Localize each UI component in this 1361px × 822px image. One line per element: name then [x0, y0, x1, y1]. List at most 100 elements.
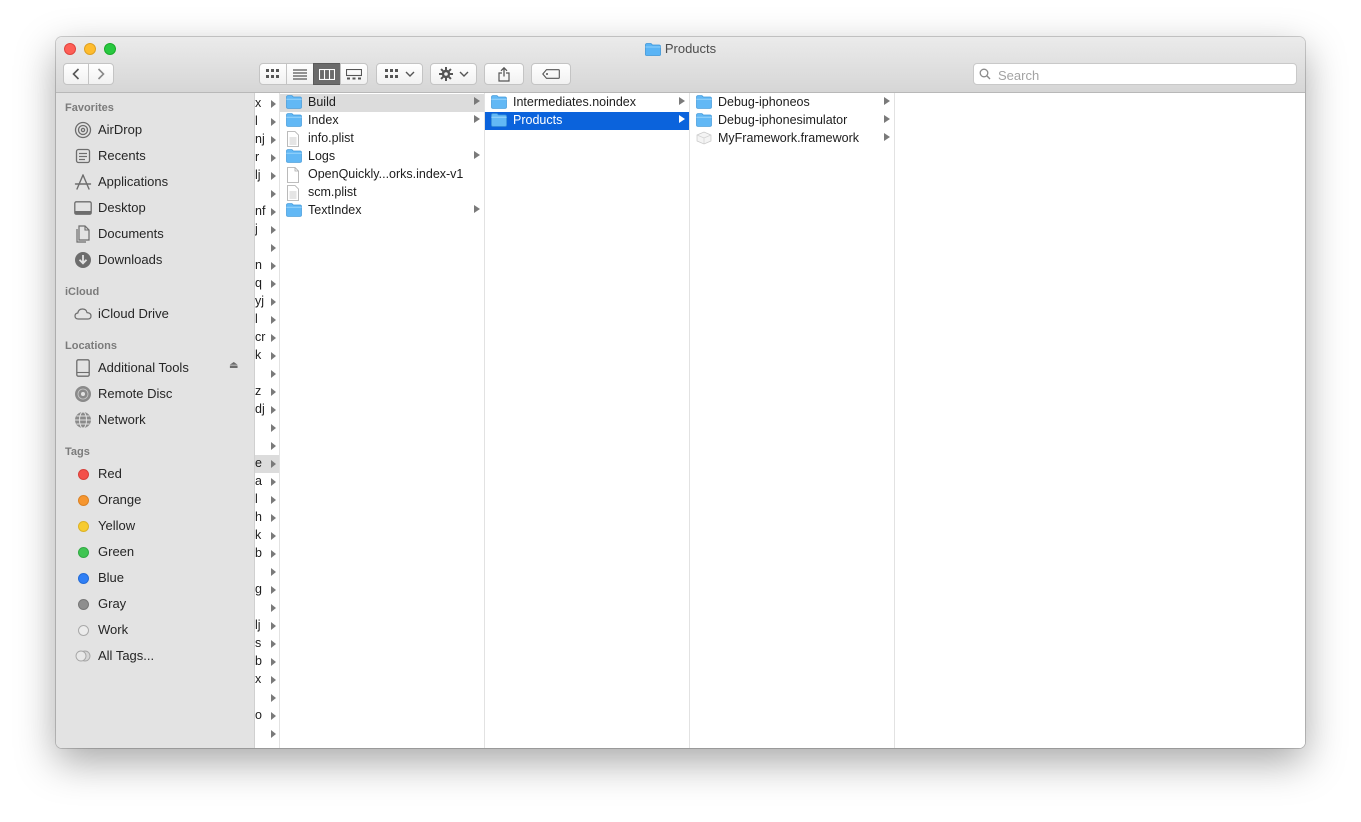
share-button[interactable]: [484, 63, 524, 85]
disclosure-arrow-icon: [271, 496, 276, 504]
list-item[interactable]: nf: [255, 203, 279, 221]
build-parent-column[interactable]: Build Index info.plist Logs OpenQuickly...or…: [280, 93, 485, 748]
list-item[interactable]: x: [255, 95, 279, 113]
list-item-scm-plist[interactable]: scm.plist: [280, 184, 484, 202]
list-item[interactable]: [255, 725, 279, 743]
list-item-intermediates-noindex[interactable]: Intermediates.noindex: [485, 94, 689, 112]
list-item[interactable]: lj: [255, 167, 279, 185]
list-item[interactable]: [255, 185, 279, 203]
sidebar-tag-work[interactable]: Work: [56, 618, 254, 642]
sidebar-tag-blue[interactable]: Blue: [56, 566, 254, 590]
item-name: Build: [308, 95, 336, 109]
sidebar-tag-green[interactable]: Green: [56, 540, 254, 564]
list-item-index[interactable]: Index: [280, 112, 484, 130]
build-column[interactable]: Intermediates.noindex Products: [485, 93, 690, 748]
gallery-view-button[interactable]: [340, 63, 368, 85]
sidebar-item-airdrop[interactable]: AirDrop: [56, 118, 254, 142]
list-item[interactable]: yj: [255, 293, 279, 311]
list-item[interactable]: e: [255, 455, 279, 473]
list-item[interactable]: [255, 599, 279, 617]
list-item[interactable]: [255, 437, 279, 455]
sidebar-item-downloads[interactable]: Downloads: [56, 248, 254, 272]
tag-dot-icon: [74, 491, 92, 509]
sidebar-item-label: Recents: [98, 148, 146, 163]
list-item[interactable]: dj: [255, 401, 279, 419]
sidebar-item-recents[interactable]: Recents: [56, 144, 254, 168]
sidebar-item-applications[interactable]: Applications: [56, 170, 254, 194]
disclosure-arrow-icon: [271, 280, 276, 288]
sidebar-tag-gray[interactable]: Gray: [56, 592, 254, 616]
sidebar-tag-red[interactable]: Red: [56, 462, 254, 486]
list-item[interactable]: j: [255, 221, 279, 239]
list-item[interactable]: z: [255, 383, 279, 401]
list-item-textindex[interactable]: TextIndex: [280, 202, 484, 220]
list-item[interactable]: l: [255, 491, 279, 509]
list-view-button[interactable]: [286, 63, 314, 85]
list-item-products[interactable]: Products: [485, 112, 689, 130]
sidebar-item-desktop[interactable]: Desktop: [56, 196, 254, 220]
forward-button[interactable]: [88, 63, 114, 85]
action-button[interactable]: [430, 63, 477, 85]
list-item[interactable]: n: [255, 257, 279, 275]
sidebar-item-additional-tools[interactable]: Additional Tools ⏏: [56, 356, 254, 380]
list-item-info-plist[interactable]: info.plist: [280, 130, 484, 148]
sidebar-tag-yellow[interactable]: Yellow: [56, 514, 254, 538]
list-item[interactable]: [255, 365, 279, 383]
list-item[interactable]: q: [255, 275, 279, 293]
list-item-debug-iphonesimulator[interactable]: Debug-iphonesimulator: [690, 112, 894, 130]
list-item[interactable]: k: [255, 347, 279, 365]
icon-view-button[interactable]: [259, 63, 287, 85]
list-item-debug-iphoneos[interactable]: Debug-iphoneos: [690, 94, 894, 112]
list-item[interactable]: b: [255, 545, 279, 563]
sidebar-item-documents[interactable]: Documents: [56, 222, 254, 246]
list-item[interactable]: a: [255, 473, 279, 491]
column-view-button[interactable]: [313, 63, 341, 85]
item-name-fragment: l: [255, 114, 258, 128]
list-item[interactable]: [255, 419, 279, 437]
sidebar-item-remote-disc[interactable]: Remote Disc: [56, 382, 254, 406]
tag-dot-icon: [74, 543, 92, 561]
list-item[interactable]: b: [255, 653, 279, 671]
search-input[interactable]: [996, 65, 1290, 85]
sidebar-item-network[interactable]: Network: [56, 408, 254, 432]
eject-icon[interactable]: ⏏: [229, 360, 238, 371]
parent-column[interactable]: x l nj r lj nf j n q yj l cr k z dj e a l h k b g lj s b x o: [255, 93, 280, 748]
downloads-icon: [74, 251, 92, 269]
list-item[interactable]: h: [255, 509, 279, 527]
list-item[interactable]: [255, 563, 279, 581]
list-item[interactable]: o: [255, 707, 279, 725]
list-item[interactable]: lj: [255, 617, 279, 635]
list-item[interactable]: l: [255, 113, 279, 131]
item-name-fragment: s: [255, 636, 262, 650]
list-item[interactable]: g: [255, 581, 279, 599]
edit-tags-button[interactable]: [531, 63, 571, 85]
list-item[interactable]: nj: [255, 131, 279, 149]
list-item[interactable]: l: [255, 311, 279, 329]
group-by-icon: [384, 69, 398, 78]
list-item-openquickly-orks-index-v1[interactable]: OpenQuickly...orks.index-v1: [280, 166, 484, 184]
all-tags-icon: [74, 647, 92, 665]
list-item-logs[interactable]: Logs: [280, 148, 484, 166]
item-name-fragment: nf: [255, 204, 266, 218]
document-icon: [286, 167, 302, 183]
list-item[interactable]: [255, 689, 279, 707]
nav-buttons: [63, 63, 114, 85]
sidebar-all-tags[interactable]: All Tags...: [56, 644, 254, 668]
list-item[interactable]: x: [255, 671, 279, 689]
column-browser: x l nj r lj nf j n q yj l cr k z dj e a l h k b g lj s b x o Build…: [255, 93, 1305, 748]
list-item[interactable]: s: [255, 635, 279, 653]
sidebar-tag-orange[interactable]: Orange: [56, 488, 254, 512]
products-column[interactable]: Debug-iphoneos Debug-iphonesimulator MyFra…: [690, 93, 895, 748]
back-button[interactable]: [63, 63, 89, 85]
item-name: Intermediates.noindex: [513, 95, 636, 109]
list-item[interactable]: k: [255, 527, 279, 545]
list-item[interactable]: [255, 239, 279, 257]
search-field[interactable]: [973, 63, 1297, 85]
list-item[interactable]: cr: [255, 329, 279, 347]
list-item-myframework-framework[interactable]: MyFramework.framework: [690, 130, 894, 148]
list-item-build[interactable]: Build: [280, 94, 484, 112]
item-name-fragment: x: [255, 672, 262, 686]
group-by-button[interactable]: [376, 63, 423, 85]
list-item[interactable]: r: [255, 149, 279, 167]
sidebar-item-icloud-drive[interactable]: iCloud Drive: [56, 302, 254, 326]
